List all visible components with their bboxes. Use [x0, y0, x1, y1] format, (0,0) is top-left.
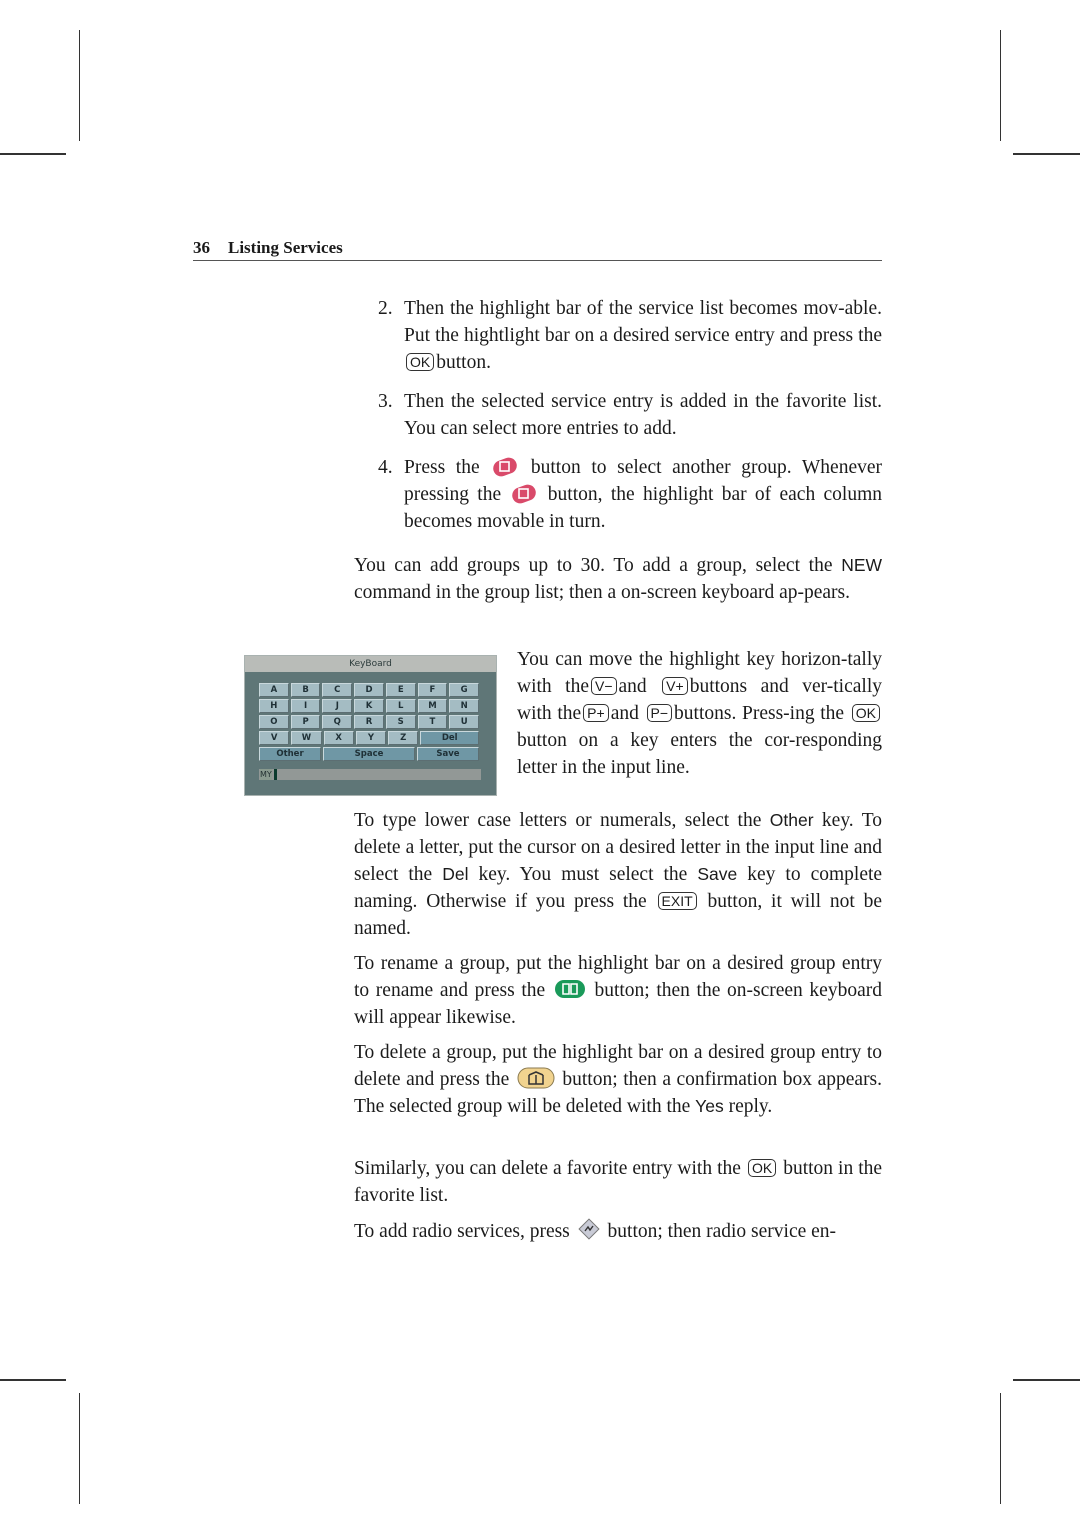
crop-mark [79, 30, 80, 141]
key: I [290, 699, 321, 713]
key: G [449, 683, 480, 697]
crop-mark [0, 153, 66, 155]
key: R [354, 715, 384, 729]
keyboard-input-line: MY [259, 769, 481, 780]
paragraph: You can add groups up to 30. To add a gr… [354, 555, 883, 603]
radio-tv-button-icon [578, 1218, 600, 1240]
key: W [291, 731, 322, 745]
v-plus-key-label: V+ [662, 677, 688, 695]
yes-reply-ref: Yes [695, 1096, 724, 1116]
p-minus-key-label: P− [646, 704, 673, 722]
crop-mark [0, 1379, 66, 1381]
section-title: Listing Services [228, 238, 343, 257]
ok-key-label: OK [406, 353, 435, 371]
key: M [417, 699, 448, 713]
ok-key-label: OK [851, 704, 880, 722]
page-number: 36 [193, 238, 210, 257]
text-cursor [274, 769, 277, 780]
key: D [354, 683, 384, 697]
key: F [417, 683, 448, 697]
onscreen-keyboard-screenshot: KeyBoard A B C D E F G H I J K L M N O P… [244, 655, 497, 796]
key: E [385, 683, 416, 697]
crop-mark [1000, 30, 1001, 141]
red-swap-button-icon [512, 484, 537, 504]
key: Z [388, 731, 419, 745]
space-key: Space [323, 747, 415, 761]
v-minus-key-label: V− [591, 677, 617, 695]
exit-key-label: EXIT [657, 892, 697, 910]
paragraph: To delete a group, put the highlight bar… [354, 1042, 883, 1117]
crop-mark [1013, 153, 1080, 155]
key: L [385, 699, 416, 713]
key: H [259, 699, 289, 713]
other-key-ref: Other [769, 810, 814, 830]
crop-mark [79, 1393, 80, 1504]
ok-key-label: OK [747, 1159, 777, 1177]
paragraph: To add radio services, press button; the… [354, 1217, 882, 1245]
key: S [385, 715, 416, 729]
paragraph: To rename a group, put the highlight bar… [354, 953, 882, 1028]
paragraph: You can move the highlight key horizon-t… [517, 649, 882, 778]
p-plus-key-label: P+ [583, 704, 609, 722]
new-command-label: NEW [841, 555, 883, 575]
key: J [322, 699, 353, 713]
save-key-ref: Save [697, 864, 738, 884]
key: P [290, 715, 321, 729]
running-header: 36 Listing Services [193, 236, 882, 261]
key: A [259, 683, 289, 697]
green-book-button-icon [554, 980, 585, 998]
key: V [259, 731, 290, 745]
crop-mark [1013, 1379, 1080, 1381]
key: T [417, 715, 448, 729]
key: N [449, 699, 480, 713]
paragraph: Similarly, you can delete a favorite ent… [354, 1158, 883, 1206]
key: U [449, 715, 480, 729]
crop-mark [1000, 1393, 1001, 1504]
keyboard-grid: A B C D E F G H I J K L M N O P Q R S T … [259, 683, 481, 763]
key: Q [322, 715, 353, 729]
key: O [259, 715, 289, 729]
keyboard-title: KeyBoard [245, 656, 496, 672]
key: K [354, 699, 384, 713]
save-key: Save [417, 747, 479, 761]
key: X [323, 731, 354, 745]
paragraph: To type lower case letters or numerals, … [354, 810, 883, 939]
red-swap-button-icon [493, 457, 518, 477]
yellow-book-button-icon [517, 1067, 555, 1089]
del-key: Del [420, 731, 479, 745]
key: B [290, 683, 321, 697]
key: C [322, 683, 353, 697]
other-key: Other [259, 747, 321, 761]
key: Y [355, 731, 387, 745]
del-key-ref: Del [442, 864, 469, 884]
